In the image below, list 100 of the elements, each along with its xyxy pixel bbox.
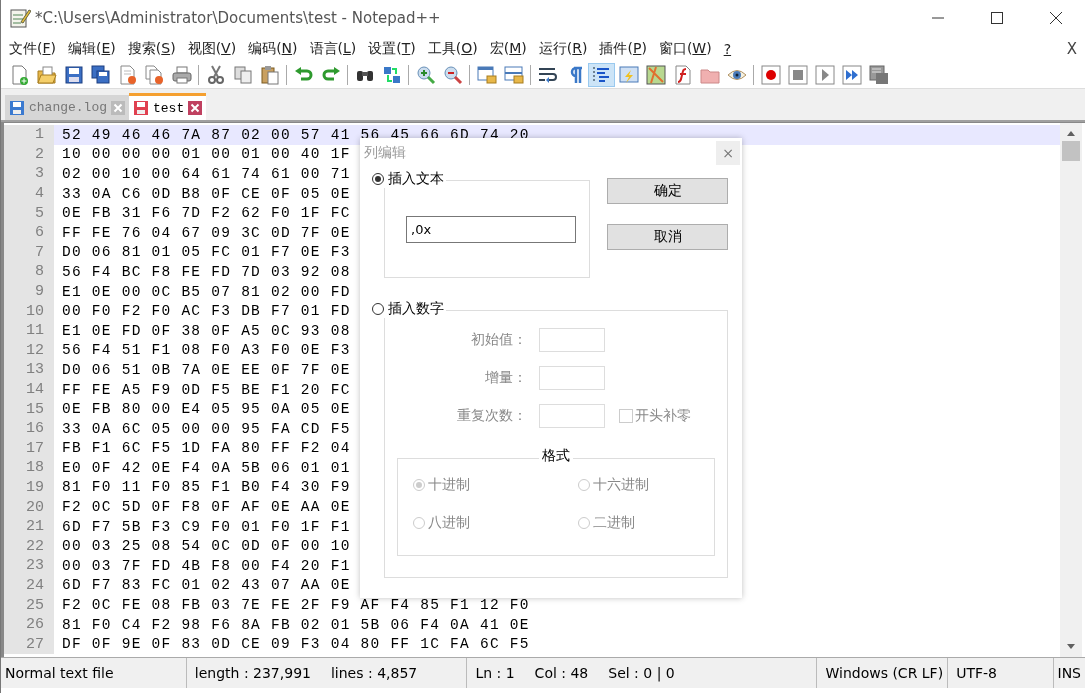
play-icon[interactable]	[814, 65, 835, 85]
menu-item[interactable]: 窗口(W)	[652, 39, 718, 58]
radio-label: 十进制	[428, 476, 470, 494]
window-flash-icon[interactable]	[618, 65, 639, 85]
code-line: FF FE 76 04 67 09 3C 0D 7F 0E	[62, 224, 351, 241]
dialog-button[interactable]: 确定	[607, 178, 728, 204]
dialog-close-button[interactable]: ×	[716, 141, 740, 165]
dialog-button[interactable]: 取消	[607, 224, 728, 250]
menu-item[interactable]: 插件(P)	[593, 39, 653, 58]
line-number: 23	[4, 556, 54, 576]
printer-icon[interactable]	[171, 65, 192, 85]
code-line: D0 06 51 0B 7A 0E EE 0F 7F 0E	[62, 361, 351, 378]
dialog-title: 列编辑	[364, 144, 406, 162]
line-number: 26	[4, 614, 54, 635]
line-number: 1	[4, 125, 54, 145]
status-text: Normal text file	[5, 665, 114, 681]
menu-item[interactable]: 设置(T)	[362, 39, 422, 58]
map-icon[interactable]	[645, 65, 666, 85]
number-field[interactable]	[539, 328, 605, 352]
menu-item[interactable]: 编辑(E)	[62, 39, 122, 58]
line-number: 11	[4, 320, 54, 341]
line-number: 5	[4, 203, 54, 223]
clipboard-icon[interactable]	[259, 65, 280, 85]
line-number: 17	[4, 438, 54, 459]
floppy-disks-icon[interactable]	[90, 65, 111, 85]
menu-item[interactable]: 工具(O)	[421, 39, 484, 58]
zoom-in-icon[interactable]	[415, 65, 436, 85]
line-number: 24	[4, 575, 54, 596]
radio-label: 十六进制	[593, 476, 649, 494]
checkbox[interactable]	[619, 409, 633, 423]
scroll-down-icon[interactable]	[1066, 643, 1076, 651]
group-title: 格式	[539, 447, 573, 465]
radio-label: 二进制	[593, 514, 635, 532]
code-line: 56 F4 BC F8 FE FD 7D 03 92 08	[62, 263, 351, 280]
field-label: 重复次数：	[456, 407, 527, 425]
status-text: lines : 4,857	[330, 665, 418, 681]
code-line: 33 0A 6C 05 00 00 95 FA CD F5	[62, 420, 351, 437]
status-text: Ln : 1	[475, 665, 515, 681]
scissors-icon[interactable]	[205, 65, 226, 85]
status-text: UTF-8	[956, 665, 997, 681]
radio-label: 插入数字	[388, 300, 444, 318]
code-line: E1 0E 00 0C B5 07 81 02 00 FD	[62, 283, 351, 300]
radio-label: 插入文本	[388, 170, 444, 188]
code-line: 56 F4 51 F1 08 F0 A3 F0 0E F3	[62, 342, 351, 359]
line-number: 8	[4, 262, 54, 282]
stop-icon[interactable]	[787, 65, 808, 85]
line-number: 10	[4, 301, 54, 321]
indent-guide-icon[interactable]	[591, 65, 612, 85]
vertical-scrollbar[interactable]	[1060, 123, 1082, 657]
menu-item[interactable]: 搜索(S)	[121, 39, 182, 58]
documents-close-icon[interactable]	[144, 65, 165, 85]
file-tab[interactable]: test	[129, 93, 207, 120]
document-close-icon[interactable]	[117, 65, 138, 85]
replace-icon[interactable]	[381, 65, 402, 85]
code-line: 81 F0 C4 F2 98 F6 8A FB 02 01 5B 06 F4 0A 41 0E	[62, 616, 530, 633]
function-list-icon[interactable]	[672, 65, 693, 85]
status-text: Col : 48	[534, 665, 589, 681]
number-field[interactable]	[539, 366, 605, 390]
fast-forward-icon[interactable]	[841, 65, 862, 85]
menu-item[interactable]: 编码(N)	[242, 39, 304, 58]
macro-save-icon[interactable]	[868, 65, 889, 85]
menu-item[interactable]: 语言(L)	[303, 39, 363, 58]
scroll-thumb[interactable]	[1062, 141, 1080, 161]
code-line: 00 F0 F2 F0 AC F3 DB F7 01 FD	[62, 303, 351, 320]
menu-item[interactable]: ?	[717, 40, 738, 57]
record-icon[interactable]	[760, 65, 781, 85]
line-number: 21	[4, 516, 54, 537]
text-field[interactable]: ,0x	[406, 216, 576, 243]
line-number: 27	[4, 634, 54, 655]
open-folder-icon[interactable]	[36, 65, 57, 85]
window-lock-icon[interactable]	[476, 65, 497, 85]
code-line: F2 0C 5D 0F F8 0F AF 0E AA 0E	[62, 499, 351, 516]
close-document-button[interactable]: X	[1066, 39, 1085, 58]
scroll-up-icon[interactable]	[1066, 129, 1076, 137]
status-text: INS	[1057, 665, 1081, 681]
copy-icon[interactable]	[232, 65, 253, 85]
radio-button[interactable]	[372, 303, 384, 315]
menu-item[interactable]: 运行(R)	[532, 39, 594, 58]
line-number: 25	[4, 595, 54, 615]
code-line: DF 0F 9E 0F 83 0D CE 09 F3 04 80 FF 1C FA 6C F5	[62, 636, 530, 653]
line-number: 6	[4, 222, 54, 243]
menu-item[interactable]: 宏(M)	[483, 39, 533, 58]
maximize-icon[interactable]	[990, 11, 1003, 24]
line-number: 9	[4, 281, 54, 302]
new-document-icon[interactable]	[9, 65, 30, 85]
code-line: 0E FB 80 00 E4 05 95 0A 05 0E	[62, 401, 351, 418]
line-number: 15	[4, 399, 54, 419]
number-field[interactable]	[539, 404, 605, 428]
word-wrap-icon[interactable]	[537, 65, 558, 85]
zoom-out-icon[interactable]	[442, 65, 463, 85]
menu-item[interactable]: 文件(F)	[3, 39, 62, 58]
menu-item[interactable]: 视图(V)	[181, 39, 243, 58]
status-text: Windows (CR LF)	[825, 665, 944, 681]
line-number: 2	[4, 144, 54, 165]
code-line: 00 03 25 08 54 0C 0D 0F 00 10	[62, 538, 351, 555]
radio-button[interactable]	[372, 173, 384, 185]
close-icon[interactable]	[1049, 11, 1062, 24]
window-lock-icon[interactable]	[503, 65, 524, 85]
line-number: 13	[4, 360, 54, 380]
line-number: 18	[4, 458, 54, 478]
